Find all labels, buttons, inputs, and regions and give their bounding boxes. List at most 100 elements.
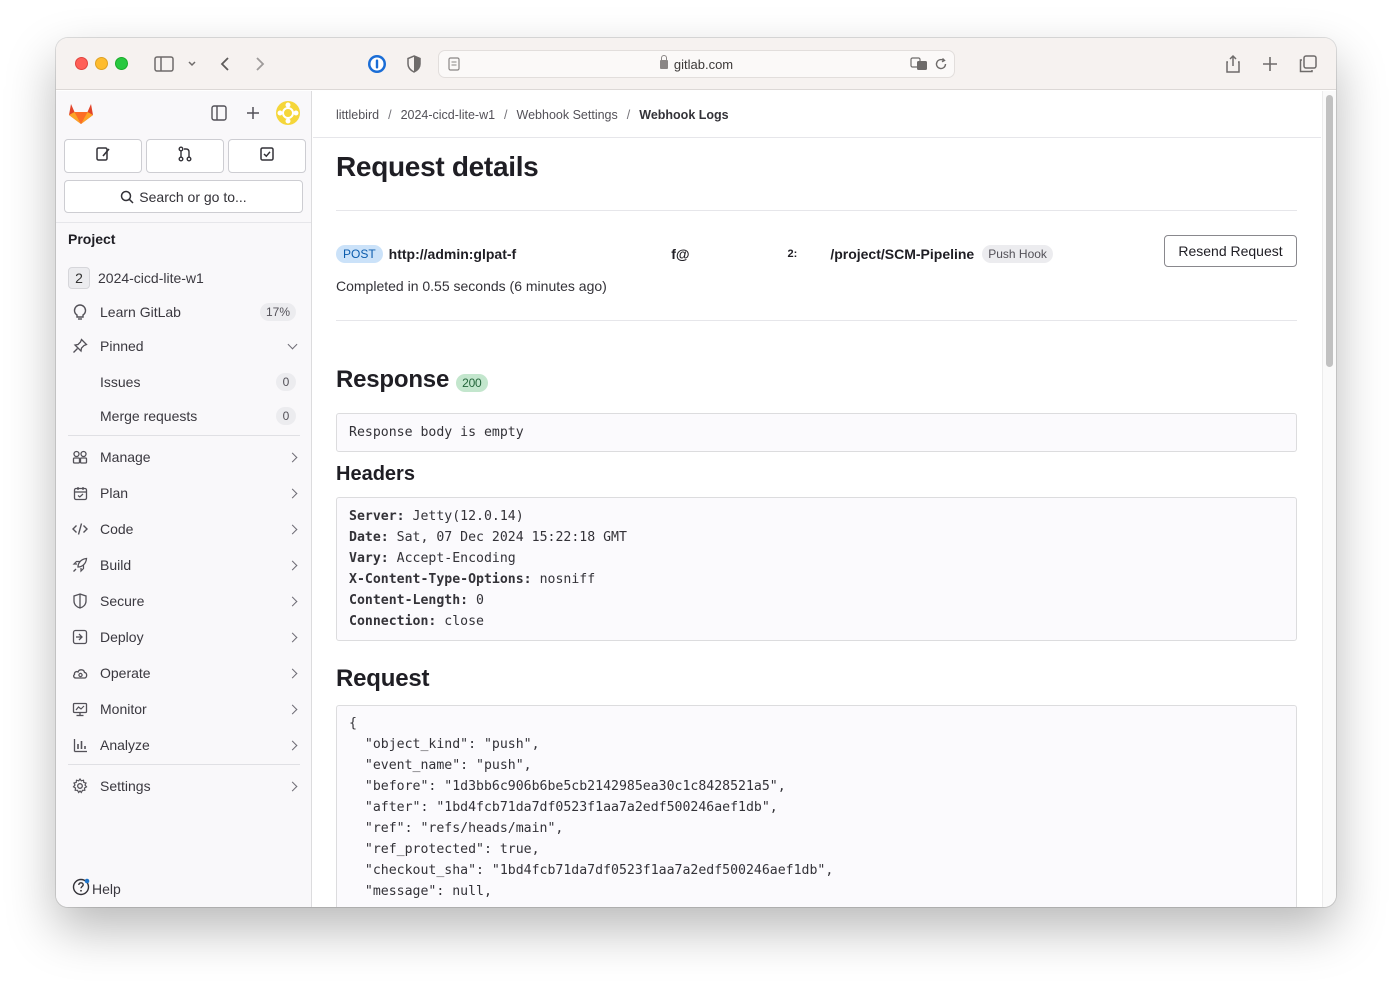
new-tab-icon[interactable] xyxy=(1258,52,1282,76)
main-content: littlebird / 2024-cicd-lite-w1 / Webhook… xyxy=(313,91,1321,907)
response-heading-text: Response xyxy=(336,366,450,393)
sidebar-item-deploy[interactable]: Deploy xyxy=(64,621,304,653)
sidebar-item-issues[interactable]: Issues 0 xyxy=(64,366,304,398)
sidebar-item-merge-requests[interactable]: Merge requests 0 xyxy=(64,400,304,432)
sidebar-toggle-icon[interactable] xyxy=(152,52,176,76)
divider xyxy=(56,222,311,223)
minimize-window-button[interactable] xyxy=(95,57,108,70)
sidebar-item-label: Analyze xyxy=(100,737,150,753)
help-button[interactable]: Help xyxy=(72,878,121,899)
breadcrumb-item[interactable]: littlebird xyxy=(336,108,379,122)
count-badge: 0 xyxy=(276,373,296,391)
header-key: Content-Length: xyxy=(349,593,469,608)
collapse-sidebar-icon[interactable] xyxy=(209,103,229,123)
scrollbar-thumb[interactable] xyxy=(1326,95,1333,367)
sidebar-item-label: Issues xyxy=(100,374,141,390)
request-line: "checkout_sha": "1bd4fcb71da7df0523f1aa7… xyxy=(349,863,834,878)
project-avatar: 2 xyxy=(68,267,90,289)
todo-list-button[interactable] xyxy=(228,139,306,173)
request-line: "event_name": "push", xyxy=(349,758,532,773)
headers-block: Server: Jetty(12.0.14) Date: Sat, 07 Dec… xyxy=(336,497,1297,641)
header-row: Connection: close xyxy=(349,611,1284,632)
chevron-right-icon xyxy=(287,560,298,570)
close-window-button[interactable] xyxy=(75,57,88,70)
sidebar-item-code[interactable]: Code xyxy=(64,513,304,545)
back-icon[interactable] xyxy=(213,52,237,76)
sidebar-item-build[interactable]: Build xyxy=(64,549,304,581)
divider xyxy=(336,210,1297,211)
merge-requests-button[interactable] xyxy=(146,139,224,173)
left-sidebar: Search or go to... Project 2 2024-cicd-l… xyxy=(56,91,312,907)
sidebar-item-secure[interactable]: Secure xyxy=(64,585,304,617)
help-icon xyxy=(72,878,90,899)
request-line: "object_kind": "push", xyxy=(349,737,540,752)
chevron-right-icon xyxy=(287,488,298,498)
sidebar-item-analyze[interactable]: Analyze xyxy=(64,729,304,761)
zoom-window-button[interactable] xyxy=(115,57,128,70)
breadcrumb-separator: / xyxy=(388,108,392,122)
pin-icon xyxy=(68,338,92,354)
request-line: "before": "1d3bb6c906b6be5cb2142985ea30c… xyxy=(349,779,786,794)
user-avatar[interactable] xyxy=(275,100,301,126)
calendar-icon xyxy=(68,486,92,501)
breadcrumb-item[interactable]: Webhook Settings xyxy=(517,108,618,122)
help-label: Help xyxy=(92,880,121,897)
sidebar-item-settings[interactable]: Settings xyxy=(64,770,304,802)
header-value: 0 xyxy=(476,593,484,608)
status-badge: 200 xyxy=(456,373,488,392)
header-value: close xyxy=(444,614,484,629)
password-manager-icon[interactable] xyxy=(365,52,389,76)
sidebar-item-label: Secure xyxy=(100,593,145,609)
create-new-icon[interactable] xyxy=(243,103,263,123)
issues-icon xyxy=(95,146,111,167)
request-line: "ref": "refs/heads/main", xyxy=(349,821,564,836)
address-bar[interactable]: gitlab.com xyxy=(438,50,955,78)
sidebar-item-plan[interactable]: Plan xyxy=(64,477,304,509)
method-badge: POST xyxy=(336,245,383,263)
request-heading: Request xyxy=(336,665,429,693)
chevron-right-icon xyxy=(287,632,298,642)
chevron-down-icon[interactable] xyxy=(180,52,204,76)
header-row: X-Content-Type-Options: nosniff xyxy=(349,569,1284,590)
sidebar-item-manage[interactable]: Manage xyxy=(64,441,304,473)
project-name: 2024-cicd-lite-w1 xyxy=(98,270,204,286)
request-url-part: http://admin:glpat-f xyxy=(388,246,517,262)
tab-overview-icon[interactable] xyxy=(1296,52,1320,76)
sidebar-item-project[interactable]: 2 2024-cicd-lite-w1 xyxy=(64,262,304,294)
sidebar-item-pinned[interactable]: Pinned xyxy=(64,330,304,362)
resend-request-button[interactable]: Resend Request xyxy=(1164,235,1297,267)
breadcrumb-item[interactable]: 2024-cicd-lite-w1 xyxy=(401,108,495,122)
share-icon[interactable] xyxy=(1221,52,1245,76)
chevron-right-icon xyxy=(287,524,298,534)
request-heading-text: Request xyxy=(336,665,430,692)
sidebar-item-operate[interactable]: Operate xyxy=(64,657,304,689)
sidebar-item-learn-gitlab[interactable]: Learn GitLab 17% xyxy=(64,296,304,328)
sidebar-item-label: Settings xyxy=(100,778,151,794)
chevron-right-icon xyxy=(287,704,298,714)
search-button[interactable]: Search or go to... xyxy=(64,180,303,213)
breadcrumb-current[interactable]: Webhook Logs xyxy=(639,108,728,122)
vertical-scrollbar[interactable] xyxy=(1322,91,1336,907)
assigned-issues-button[interactable] xyxy=(64,139,142,173)
code-icon xyxy=(68,522,92,536)
request-line: "ref_protected": true, xyxy=(349,842,540,857)
divider xyxy=(68,764,300,765)
gitlab-logo-icon[interactable] xyxy=(68,101,94,130)
header-key: Connection: xyxy=(349,614,437,629)
privacy-shield-icon[interactable] xyxy=(402,52,426,76)
request-summary: POST http://admin:glpat-f f@ 2: /project… xyxy=(336,245,1053,263)
sidebar-item-label: Plan xyxy=(100,485,129,501)
response-heading: Response 200 xyxy=(336,366,488,394)
sidebar-item-monitor[interactable]: Monitor xyxy=(64,693,304,725)
reload-icon[interactable] xyxy=(934,57,948,76)
translate-icon[interactable] xyxy=(910,57,928,76)
chevron-right-icon xyxy=(287,452,298,462)
divider xyxy=(336,320,1297,321)
forward-icon[interactable] xyxy=(248,52,272,76)
header-row: Server: Jetty(12.0.14) xyxy=(349,506,1284,527)
shield-icon xyxy=(68,593,92,609)
breadcrumb-separator: / xyxy=(626,108,631,122)
chevron-down-icon xyxy=(287,339,298,349)
section-heading: Project xyxy=(68,231,116,247)
header-value: Jetty(12.0.14) xyxy=(412,509,524,524)
